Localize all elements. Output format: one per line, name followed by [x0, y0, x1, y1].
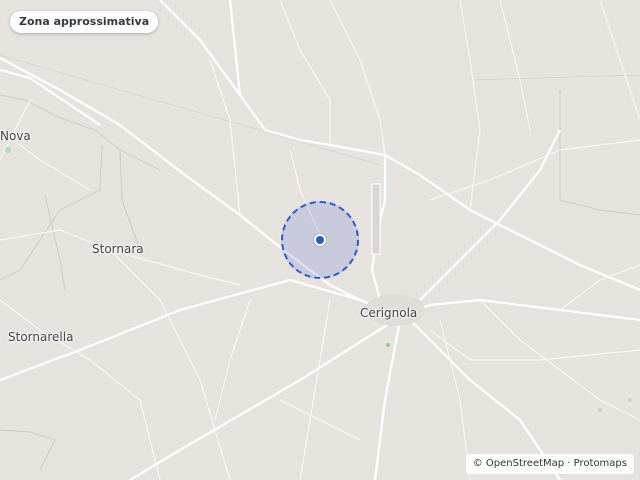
- map-attribution[interactable]: © OpenStreetMap · Protomaps: [465, 454, 634, 474]
- map-view[interactable]: Nova Stornara Stornarella Cerignola Zona…: [0, 0, 640, 480]
- approximate-zone-badge: Zona approssimativa: [10, 11, 159, 33]
- location-dot-icon: [314, 234, 326, 246]
- place-label-stornarella: Stornarella: [8, 330, 74, 344]
- place-label-nova: Nova: [0, 129, 31, 143]
- copyright-symbol: ©: [472, 458, 483, 469]
- attribution-text[interactable]: OpenStreetMap · Protomaps: [486, 458, 627, 469]
- place-label-stornara: Stornara: [92, 242, 144, 256]
- place-label-cerignola: Cerignola: [360, 306, 418, 320]
